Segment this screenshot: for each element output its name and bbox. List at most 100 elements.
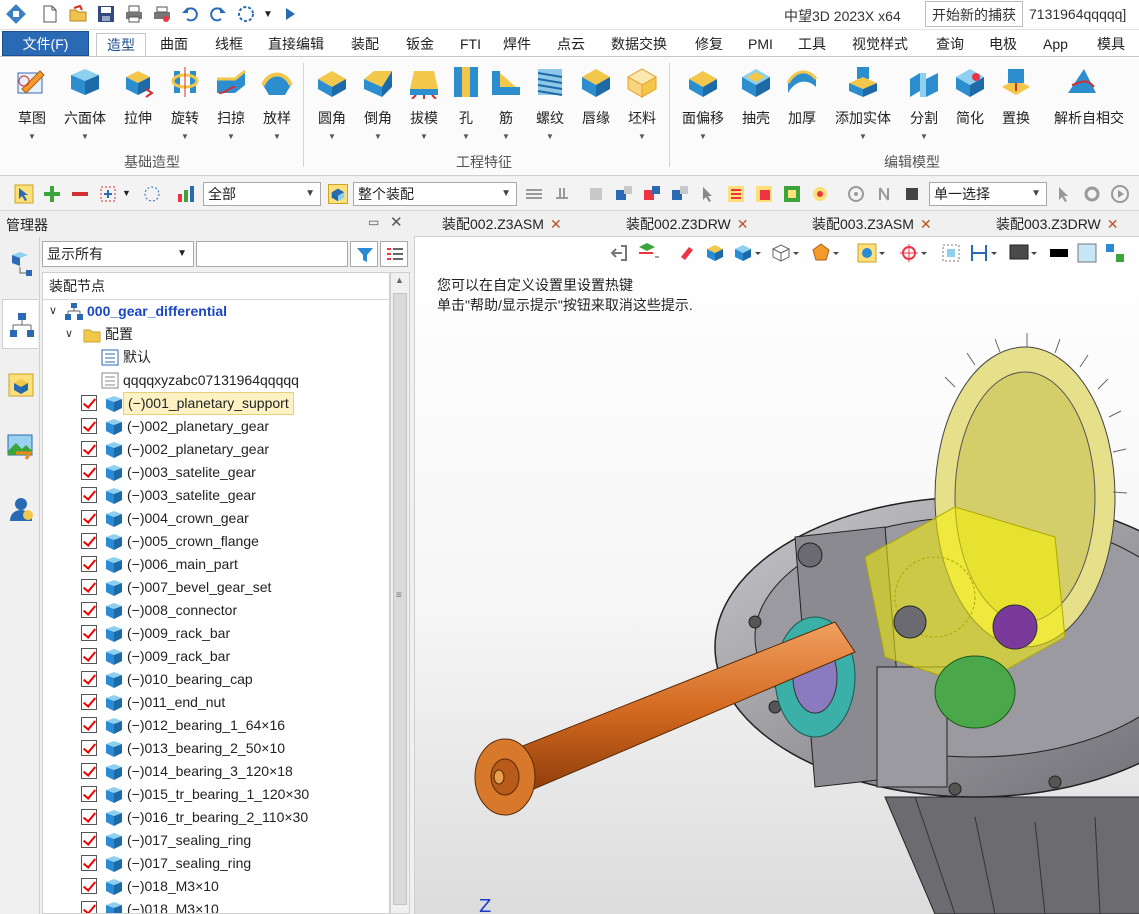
print-icon[interactable] [124, 4, 144, 24]
tree-part-row[interactable]: (−)009_rack_bar [43, 645, 389, 668]
chevron-down-icon[interactable]: ∨ [49, 300, 57, 323]
open-file-icon[interactable] [68, 4, 88, 24]
tree-config-item[interactable]: 默认 [43, 346, 389, 369]
image-manager-tab[interactable] [2, 423, 38, 473]
tree-config-item[interactable]: qqqqxyzabc07131964qqqqq [43, 369, 389, 392]
select-mode-icon[interactable] [236, 4, 256, 24]
tree-part-row[interactable]: (−)007_bevel_gear_set [43, 576, 389, 599]
visibility-checkbox[interactable] [81, 832, 97, 848]
component-4-icon[interactable] [670, 184, 690, 204]
stock-button[interactable]: 坯料 ▼ [614, 65, 670, 141]
visibility-checkbox[interactable] [81, 533, 97, 549]
tab-tools[interactable]: 工具 [788, 33, 836, 57]
close-icon[interactable]: ✕ [550, 216, 562, 232]
mate-icon[interactable] [552, 184, 572, 204]
tab-surface[interactable]: 曲面 [150, 33, 198, 57]
tab-inquire[interactable]: 查询 [926, 33, 974, 57]
filter-chart-icon[interactable] [176, 184, 196, 204]
gear-differential-model[interactable]: Z [415, 237, 1139, 914]
tree-root-node[interactable]: ∨ 000_gear_differential [43, 300, 389, 323]
tab-wireframe[interactable]: 线框 [205, 33, 253, 57]
tree-part-row[interactable]: (−)017_sealing_ring [43, 829, 389, 852]
tree-part-row[interactable]: (−)008_connector [43, 599, 389, 622]
tree-part-row[interactable]: (−)018_M3×10 [43, 875, 389, 898]
tab-electrode[interactable]: 电极 [979, 33, 1027, 57]
tab-data-exchange[interactable]: 数据交换 [601, 33, 677, 57]
settings-icon[interactable] [1082, 184, 1102, 204]
scroll-up-icon[interactable]: ▲ [395, 275, 404, 285]
panel-restore-icon[interactable]: ▭ [368, 215, 379, 229]
add-solid-button[interactable]: 添加实体 ▼ [835, 65, 891, 141]
tree-part-row[interactable]: (−)003_satelite_gear [43, 484, 389, 507]
part-icon[interactable] [782, 184, 802, 204]
tree-options-button[interactable] [380, 241, 408, 267]
component-2-icon[interactable] [614, 184, 634, 204]
visibility-checkbox[interactable] [81, 441, 97, 457]
visibility-checkbox[interactable] [81, 671, 97, 687]
tab-direct-edit[interactable]: 直接编辑 [258, 33, 334, 57]
visibility-checkbox[interactable] [81, 602, 97, 618]
play-circle-icon[interactable] [1110, 184, 1130, 204]
tab-app[interactable]: App [1033, 33, 1078, 57]
tab-repair[interactable]: 修复 [685, 33, 733, 57]
display-filter-select[interactable]: 显示所有 ▼ [42, 241, 194, 267]
assembly-scope-icon[interactable] [328, 184, 348, 204]
visibility-checkbox[interactable] [81, 556, 97, 572]
rotate-icon[interactable] [846, 184, 866, 204]
tree-part-row[interactable]: (−)010_bearing_cap [43, 668, 389, 691]
visibility-checkbox[interactable] [81, 418, 97, 434]
stop-icon[interactable] [902, 184, 922, 204]
3d-viewport[interactable]: 您可以在自定义设置里设置热键 单击"帮助/显示提示"按钮来取消这些提示. Z [414, 237, 1139, 914]
sketch-button[interactable]: 草图 ▼ [4, 65, 60, 141]
assembly-manager-tab[interactable] [2, 299, 38, 349]
tree-part-row[interactable]: (−)009_rack_bar [43, 622, 389, 645]
quick-access-dropdown-icon[interactable]: ▼ [263, 9, 273, 20]
tab-assembly[interactable]: 装配 [341, 33, 389, 57]
filter-button[interactable] [350, 241, 378, 267]
tree-part-row[interactable]: (−)015_tr_bearing_1_120×30 [43, 783, 389, 806]
tree-part-row[interactable]: (−)003_satelite_gear [43, 461, 389, 484]
user-manager-tab[interactable] [2, 485, 38, 535]
tab-sheet-metal[interactable]: 钣金 [396, 33, 444, 57]
self-intersection-button[interactable]: 解析自相交 [1054, 65, 1124, 128]
visibility-checkbox[interactable] [81, 740, 97, 756]
tree-part-row[interactable]: (−)006_main_part [43, 553, 389, 576]
tree-part-row[interactable]: (−)013_bearing_2_50×10 [43, 737, 389, 760]
scope-select[interactable]: 整个装配 ▼ [353, 182, 517, 206]
chevron-down-icon[interactable]: ▼ [122, 188, 131, 198]
tab-pmi[interactable]: PMI [738, 33, 783, 57]
list-icon[interactable] [726, 184, 746, 204]
visibility-checkbox[interactable] [81, 855, 97, 871]
visibility-checkbox[interactable] [81, 464, 97, 480]
lasso-select-icon[interactable] [142, 184, 162, 204]
pointer-icon[interactable] [1054, 184, 1074, 204]
add-icon[interactable] [42, 184, 62, 204]
tree-part-row[interactable]: (−)017_sealing_ring [43, 852, 389, 875]
tree-part-row[interactable]: (−)004_crown_gear [43, 507, 389, 530]
select-mode-select[interactable]: 单一选择 ▼ [929, 182, 1047, 206]
app-logo-icon[interactable] [6, 4, 26, 24]
visibility-checkbox[interactable] [81, 763, 97, 779]
visibility-checkbox[interactable] [81, 809, 97, 825]
tree-config-folder[interactable]: ∨ 配置 [43, 323, 389, 346]
visibility-checkbox[interactable] [81, 625, 97, 641]
visibility-checkbox[interactable] [81, 694, 97, 710]
redo-icon[interactable] [208, 4, 228, 24]
close-icon[interactable]: ✕ [920, 216, 932, 232]
loft-button[interactable]: 放样 ▼ [249, 65, 305, 141]
tab-mold[interactable]: 模具 [1087, 33, 1135, 57]
new-file-icon[interactable] [40, 4, 60, 24]
tree-part-row[interactable]: (−)012_bearing_1_64×16 [43, 714, 389, 737]
component-3-icon[interactable] [642, 184, 662, 204]
doc-tab[interactable]: 装配003.Z3DRW ✕ [996, 214, 1119, 234]
undo-icon[interactable] [180, 4, 200, 24]
close-icon[interactable]: ✕ [737, 216, 749, 232]
block-button[interactable]: 六面体 ▼ [57, 65, 113, 141]
tree-part-row[interactable]: (−)002_planetary_gear [43, 438, 389, 461]
visibility-checkbox[interactable] [81, 878, 97, 894]
tree-part-row[interactable]: (−)011_end_nut [43, 691, 389, 714]
visibility-checkbox[interactable] [81, 648, 97, 664]
remove-icon[interactable] [70, 184, 90, 204]
component-1-icon[interactable] [586, 184, 606, 204]
tab-weldment[interactable]: 焊件 [493, 33, 541, 57]
